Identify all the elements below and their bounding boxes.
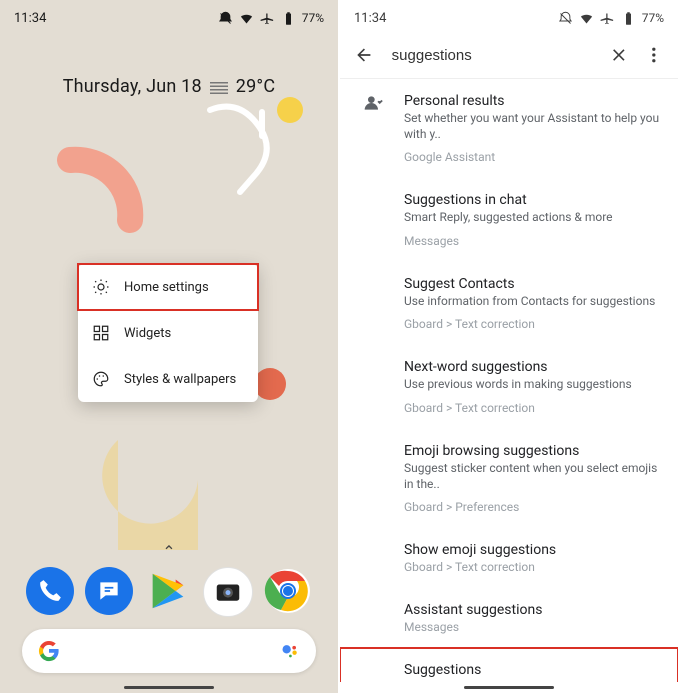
result-crumb: Gboard > Text correction [404, 401, 660, 415]
status-icons: 77% [558, 11, 664, 26]
result-sub: Set whether you want your Assistant to h… [404, 111, 660, 142]
battery-icon [281, 11, 296, 26]
palette-icon [92, 370, 110, 388]
result-crumb: Google Assistant [404, 150, 660, 164]
clear-icon[interactable] [609, 45, 629, 65]
search-header [340, 32, 678, 79]
result-emoji-browsing[interactable]: Emoji browsing suggestions Suggest stick… [340, 429, 678, 528]
airplane-icon [260, 11, 275, 26]
result-sub: Use information from Contacts for sugges… [404, 294, 660, 310]
result-crumb: Messages [404, 620, 660, 634]
result-next-word[interactable]: Next-word suggestions Use previous words… [340, 345, 678, 429]
app-camera[interactable] [203, 567, 253, 617]
app-messages[interactable] [85, 567, 133, 615]
google-g-icon [38, 640, 60, 662]
result-crumb: Messages [404, 234, 660, 248]
home-context-menu: Home settings Widgets Styles & wallpaper… [78, 264, 258, 402]
battery-percent: 77% [642, 11, 664, 25]
settings-search-screen: 11:34 77% Personal results Set whether y… [340, 0, 678, 693]
status-time: 11:34 [14, 11, 46, 26]
app-chrome[interactable] [264, 567, 312, 615]
assistant-icon [280, 641, 300, 661]
result-crumb: Gboard > Preferences [404, 500, 660, 514]
result-personal[interactable]: Personal results Set whether you want yo… [340, 79, 678, 178]
app-drawer-caret-icon[interactable]: ⌃ [162, 542, 175, 561]
dnd-icon [218, 11, 233, 26]
app-phone[interactable] [26, 567, 74, 615]
google-search-bar[interactable] [22, 629, 316, 673]
result-assistant-suggestions[interactable]: Assistant suggestions Messages [340, 588, 678, 648]
result-crumb: Gboard > Text correction [404, 317, 660, 331]
airplane-icon [600, 11, 615, 26]
result-sub: Use previous words in making suggestions [404, 377, 660, 393]
menu-item-home-settings[interactable]: Home settings [78, 264, 258, 310]
battery-percent: 77% [302, 11, 324, 25]
result-title: Suggestions in chat [404, 192, 660, 208]
result-sub: Smart Reply, suggested actions & more [404, 210, 660, 226]
messages-icon [96, 578, 122, 604]
result-crumb: Gboard > Text correction [404, 560, 660, 574]
battery-icon [621, 11, 636, 26]
app-play-store[interactable] [144, 567, 192, 615]
result-title: Show emoji suggestions [404, 542, 660, 558]
nav-handle[interactable] [124, 686, 214, 689]
result-suggest-contacts[interactable]: Suggest Contacts Use information from Co… [340, 262, 678, 346]
result-title: Emoji browsing suggestions [404, 443, 660, 459]
wifi-icon [239, 11, 254, 26]
dnd-icon [558, 11, 573, 26]
result-title: Suggestions [404, 662, 660, 678]
status-bar: 11:34 77% [340, 0, 678, 32]
nav-handle[interactable] [464, 686, 554, 689]
menu-label: Styles & wallpapers [124, 372, 236, 387]
temperature-text: 29°C [236, 76, 275, 97]
result-sub: Suggest sticker content when you select … [404, 461, 660, 492]
back-icon[interactable] [354, 45, 374, 65]
result-title: Assistant suggestions [404, 602, 660, 618]
result-title: Personal results [404, 93, 660, 109]
phone-icon [37, 578, 63, 604]
favorites-row [0, 567, 338, 617]
menu-item-widgets[interactable]: Widgets [78, 310, 258, 356]
status-bar: 11:34 77% [0, 0, 338, 32]
menu-label: Widgets [124, 326, 171, 341]
result-suggestions-launcher[interactable]: Suggestions For Overview & All Apps list… [340, 648, 678, 682]
camera-icon [213, 577, 243, 607]
result-sub: For Overview & All Apps list [404, 680, 660, 682]
result-title: Next-word suggestions [404, 359, 660, 375]
date-text: Thursday, Jun 18 [63, 76, 202, 97]
status-icons: 77% [218, 11, 324, 26]
result-title: Suggest Contacts [404, 276, 660, 292]
menu-label: Home settings [124, 280, 209, 295]
weather-icon [210, 80, 228, 94]
gear-icon [92, 278, 110, 296]
chrome-icon [264, 567, 312, 615]
search-results-list[interactable]: Personal results Set whether you want yo… [340, 79, 678, 682]
person-icon [363, 93, 383, 113]
play-icon [145, 568, 191, 614]
status-time: 11:34 [354, 11, 386, 26]
wifi-icon [579, 11, 594, 26]
menu-item-styles[interactable]: Styles & wallpapers [78, 356, 258, 402]
date-weather-row[interactable]: Thursday, Jun 18 29°C [0, 76, 338, 97]
result-suggestions-chat[interactable]: Suggestions in chat Smart Reply, suggest… [340, 178, 678, 262]
home-screen: 11:34 77% Thursday, Jun 18 29°C Home set… [0, 0, 340, 693]
overflow-icon[interactable] [644, 45, 664, 65]
result-show-emoji[interactable]: Show emoji suggestions Gboard > Text cor… [340, 528, 678, 588]
widgets-icon [92, 324, 110, 342]
search-input[interactable] [390, 46, 593, 65]
